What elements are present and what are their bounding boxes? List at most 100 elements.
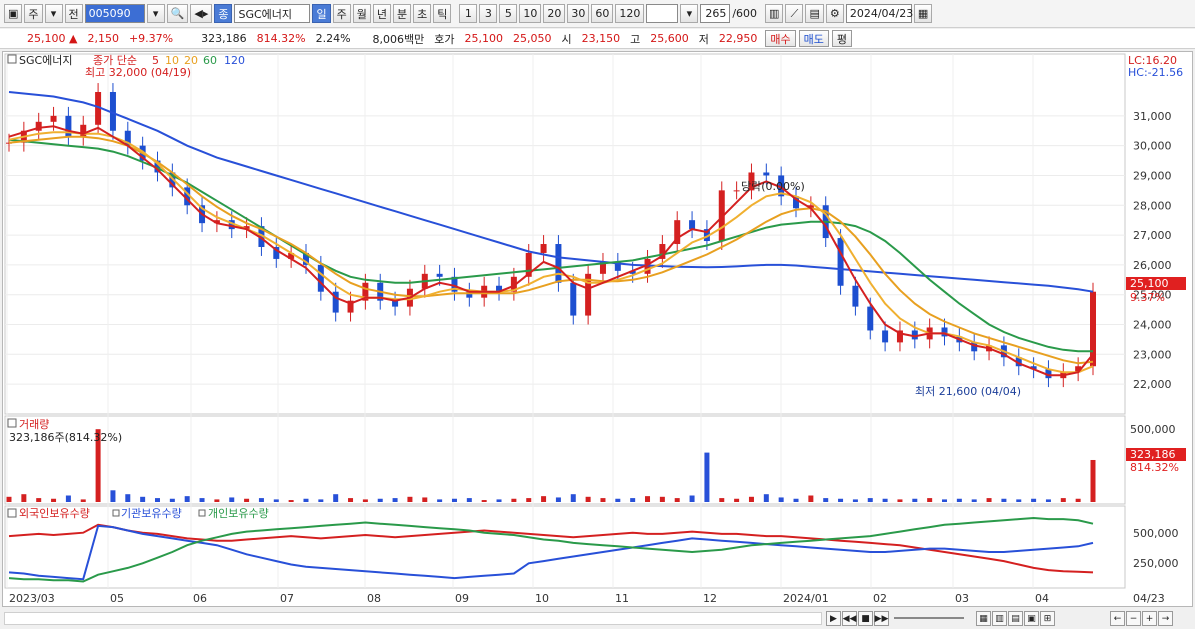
volume-bar [1045, 499, 1051, 502]
date-input[interactable]: 2024/04/23 [845, 4, 913, 23]
period-tick-tab[interactable]: 틱 [433, 4, 452, 23]
split-icon[interactable]: ▥ [992, 611, 1007, 626]
count-input[interactable]: 265 [700, 4, 731, 23]
volume-bar [719, 498, 725, 502]
count-total: /600 [732, 7, 758, 20]
time-axis-tick: 10 [535, 592, 549, 605]
quote-bar: 25,100 ▲ 2,150 +9.37% 323,186 814.32% 2.… [0, 29, 1195, 49]
calendar-icon[interactable]: ▦ [913, 4, 933, 23]
interval-dropdown-icon[interactable]: ▾ [680, 4, 699, 23]
scroll-track[interactable] [4, 612, 822, 625]
interval-30-button[interactable]: 30 [567, 4, 590, 23]
period-minute-tab[interactable]: 분 [392, 4, 412, 23]
sell-button[interactable]: 매도 [798, 30, 829, 47]
volume-bar [466, 498, 472, 502]
interval-3-button[interactable]: 3 [479, 4, 498, 23]
interval-10-button[interactable]: 10 [519, 4, 542, 23]
draw-tool-icon[interactable]: ⟋ [785, 4, 804, 23]
stop-icon[interactable]: ■ [858, 611, 873, 626]
turnover-rate: 2.24% [315, 32, 351, 45]
prev-button[interactable]: 전 [64, 4, 83, 23]
chart-type-icon[interactable]: ▥ [765, 4, 784, 23]
buy-button[interactable]: 매수 [765, 30, 796, 47]
interval-60-button[interactable]: 60 [591, 4, 614, 23]
volume-bar [199, 498, 205, 502]
period-year-tab[interactable]: 년 [372, 4, 391, 23]
price-axis-tick: 23,000 [1133, 348, 1172, 361]
scroll-last-icon[interactable]: ▶▶ [874, 611, 889, 626]
chart-svg[interactable]: 31,00030,00029,00028,00027,00026,00025,0… [3, 52, 1192, 606]
code-dropdown-icon[interactable]: ▾ [146, 4, 165, 23]
volume-bar [956, 498, 962, 502]
volume-bar [140, 496, 146, 502]
time-axis-tick: 08 [367, 592, 381, 605]
search-icon[interactable]: 🔍 [166, 4, 189, 23]
candle-body [689, 220, 696, 230]
volume-bar [555, 497, 561, 502]
volume-bar [600, 498, 606, 502]
panel-icon[interactable]: ▣ [1024, 611, 1039, 626]
period-day-tab[interactable]: 일 [312, 4, 331, 23]
dropdown-arrow-icon[interactable]: ▾ [44, 4, 63, 23]
window-icon[interactable]: ▣ [4, 4, 23, 23]
candle-body [867, 306, 874, 331]
time-axis-tick: 03 [955, 592, 969, 605]
stock-name-field[interactable]: SGC에너지 [234, 4, 311, 23]
chart-scrollbar[interactable]: ▶ ◀◀ ■ ▶▶ ▦ ▥ ▤ ▣ ⊞ ← − + → [0, 608, 1195, 629]
arrow-right-icon[interactable]: → [1158, 611, 1173, 626]
zoom-in-icon[interactable]: + [1142, 611, 1157, 626]
volume-bar [659, 496, 665, 502]
interval-custom-input[interactable] [646, 4, 679, 23]
zoom-out-icon[interactable]: − [1126, 611, 1141, 626]
arrow-left-icon[interactable]: ← [1110, 611, 1125, 626]
market-select[interactable]: 주 [24, 4, 43, 23]
top-toolbar: ▣ 주 ▾ 전 005090 ▾ 🔍 ◀▸ 종 SGC에너지 일 주 월 년 분… [0, 0, 1195, 28]
speaker-icon[interactable]: ◀▸ [190, 4, 213, 23]
scroll-first-icon[interactable]: ◀◀ [842, 611, 857, 626]
volume-bar [986, 498, 992, 502]
volume: 323,186 [201, 32, 247, 45]
evaluate-button[interactable]: 평 [831, 30, 853, 47]
volume-bar [1075, 498, 1081, 502]
crosshair-icon[interactable]: ⊞ [1040, 611, 1055, 626]
individual-legend: 개인보유수량 [208, 507, 269, 520]
volume-bar [704, 452, 710, 502]
volume-bar [763, 494, 769, 502]
period-second-tab[interactable]: 초 [413, 4, 432, 23]
save-icon[interactable]: ▤ [805, 4, 824, 23]
candle-body [555, 244, 562, 283]
volume-bar [778, 497, 784, 502]
ma60-legend: 60 [203, 54, 217, 67]
volume-bar [689, 495, 695, 502]
stock-code-input[interactable]: 005090 [84, 4, 145, 23]
candle-body [763, 172, 770, 176]
interval-1-button[interactable]: 1 [459, 4, 478, 23]
volume-bar [125, 494, 131, 502]
low-label: 저 [698, 32, 709, 46]
interval-20-button[interactable]: 20 [543, 4, 566, 23]
chart-area[interactable]: 31,000 30,000 29,000 28,000 27,000 26,000 25,0… [2, 51, 1193, 607]
gear-icon[interactable]: ⚙ [825, 4, 844, 23]
volume-bar [451, 498, 457, 502]
current-price-tag-text: 25,100 [1130, 277, 1169, 290]
price-change: 2,150 [87, 32, 119, 45]
volume-current: 323,186주(814.32%) [9, 431, 122, 444]
period-week-tab[interactable]: 주 [332, 4, 351, 23]
holdings-axis-250k: 250,000 [1133, 557, 1179, 570]
layout-icon[interactable]: ▦ [976, 611, 991, 626]
volume-bar [674, 498, 680, 502]
volume-bar [734, 498, 740, 502]
candle-body [837, 238, 844, 286]
zoom-slider[interactable] [894, 617, 964, 619]
bid-price: 25,050 [513, 32, 552, 45]
volume-bar [36, 498, 42, 502]
price-axis-tick: 26,000 [1133, 259, 1172, 272]
volume-bar [793, 498, 799, 502]
period-month-tab[interactable]: 월 [352, 4, 371, 23]
interval-5-button[interactable]: 5 [499, 4, 518, 23]
interval-120-button[interactable]: 120 [615, 4, 645, 23]
candle-body [570, 282, 577, 316]
high-label: 고 [630, 32, 641, 46]
grid-icon[interactable]: ▤ [1008, 611, 1023, 626]
scroll-right-icon[interactable]: ▶ [826, 611, 841, 626]
